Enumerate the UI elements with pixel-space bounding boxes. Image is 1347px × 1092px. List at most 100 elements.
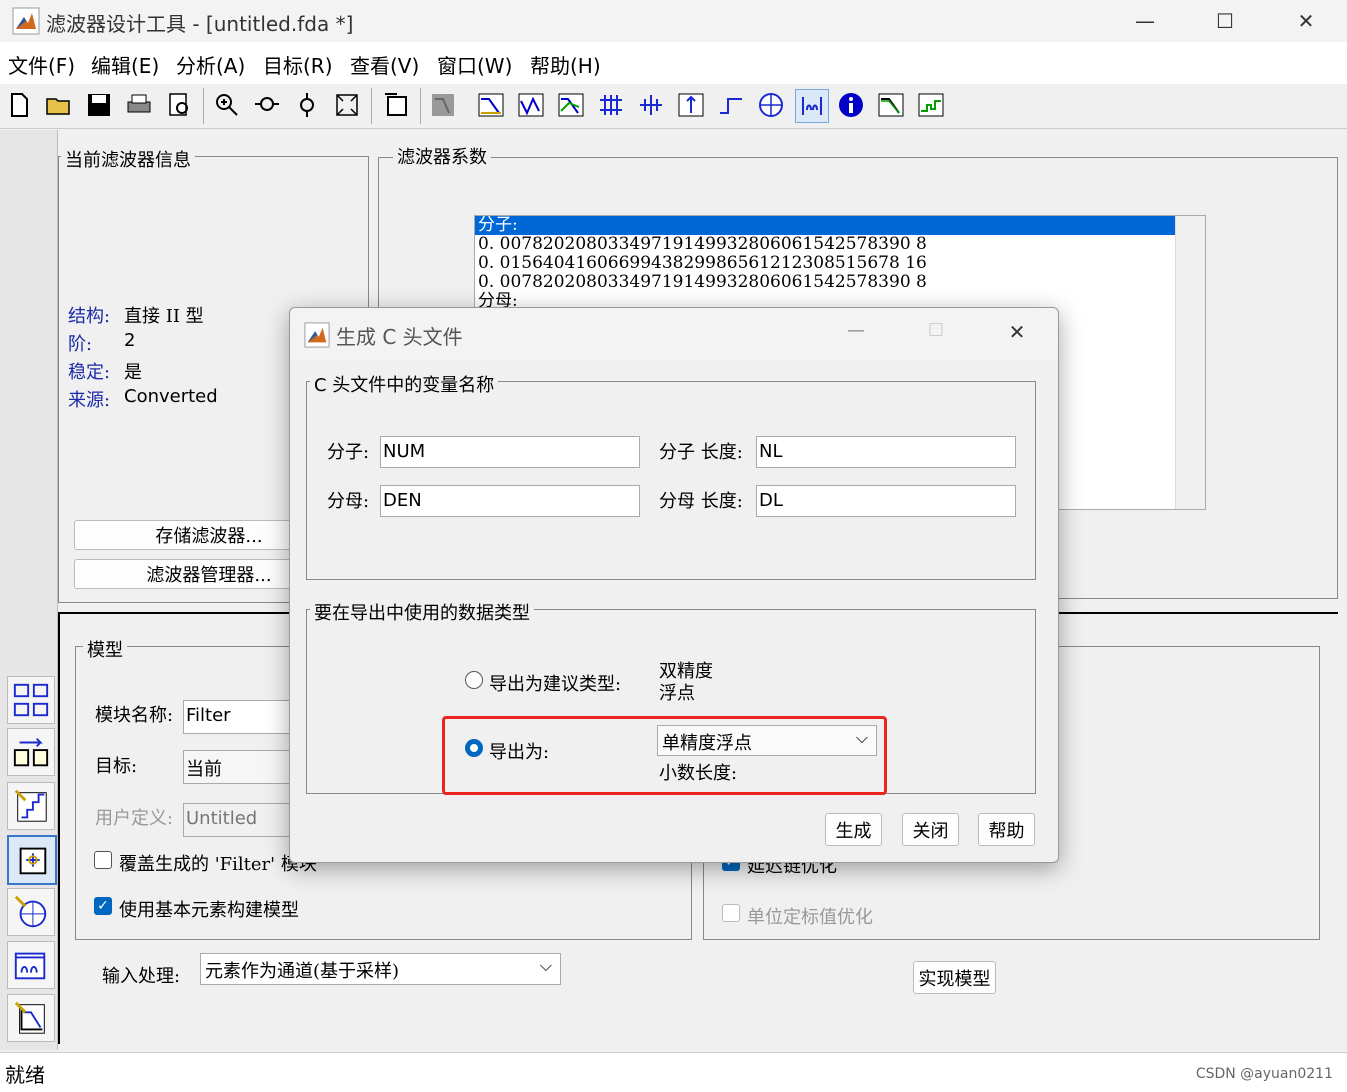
menu-window[interactable]: 窗口(W) (437, 50, 512, 79)
overwrite-block-checkbox[interactable] (94, 851, 112, 869)
numerator-length-label: 分子 长度: (659, 442, 743, 463)
unit-scale-checkbox (722, 904, 740, 922)
suggested-type-radio[interactable] (465, 671, 483, 689)
model-legend: 模型 (83, 636, 127, 662)
print-icon[interactable] (123, 89, 155, 121)
new-file-icon[interactable] (3, 89, 35, 121)
export-as-radio[interactable] (465, 739, 483, 757)
realize-model-button[interactable]: 实现模型 (913, 961, 996, 994)
status-bar: 就绪 CSDN @ayuan0211 (0, 1052, 1347, 1092)
fraction-length-label: 小数长度: (659, 763, 738, 784)
phase-delay-icon[interactable] (635, 89, 667, 121)
denominator-length-field[interactable]: DL (756, 485, 1016, 517)
stable-key: 稳定: (68, 362, 111, 383)
round-off-noise-icon[interactable] (915, 89, 947, 121)
zoom-x-icon[interactable] (251, 89, 283, 121)
export-as-select[interactable]: 单精度浮点 ⌵ (657, 725, 877, 756)
variable-names-legend: C 头文件中的变量名称 (310, 371, 499, 397)
toolbar-separator (203, 88, 204, 124)
coefficient-line: 0. 0078202080334971914993280606154257839… (478, 272, 927, 292)
magnitude-response-icon[interactable] (475, 89, 507, 121)
generate-c-header-dialog: 生成 C 头文件 — ☐ ✕ C 头文件中的变量名称 分子: NUM 分子 长度… (289, 307, 1059, 863)
numerator-length-field[interactable]: NL (756, 436, 1016, 468)
basic-elements-checkbox[interactable]: ✓ (94, 897, 112, 915)
import-filter-icon[interactable] (7, 941, 55, 989)
denominator-name-label: 分母: (327, 491, 370, 512)
suggested-type-label: 导出为建议类型: (489, 674, 622, 695)
impulse-response-icon[interactable] (675, 89, 707, 121)
step-response-icon[interactable] (715, 89, 747, 121)
block-name-field[interactable]: Filter (183, 700, 303, 734)
pole-zero-editor-icon[interactable] (7, 888, 55, 936)
numerator-name-field[interactable]: NUM (380, 436, 640, 468)
menu-analysis[interactable]: 分析(A) (176, 50, 245, 79)
input-processing-label: 输入处理: (102, 966, 181, 987)
target-select[interactable]: 当前 (183, 750, 303, 784)
watermark: CSDN @ayuan0211 (1195, 1066, 1333, 1082)
toolbar (0, 84, 1347, 129)
numerator-name-label: 分子: (327, 442, 370, 463)
coefficient-line: 0. 0078202080334971914993280606154257839… (478, 234, 927, 254)
magnitude-estimate-icon[interactable] (875, 89, 907, 121)
open-folder-icon[interactable] (43, 89, 75, 121)
menu-help[interactable]: 帮助(H) (530, 50, 601, 79)
maximize-button[interactable]: ☐ (1185, 0, 1265, 42)
menu-view[interactable]: 查看(V) (350, 50, 419, 79)
variable-names-group (306, 381, 1036, 580)
input-processing-value: 元素作为通道(基于采样) (205, 961, 400, 982)
realize-model-icon[interactable] (7, 835, 57, 885)
menu-edit[interactable]: 编辑(E) (91, 50, 159, 79)
print-preview-icon[interactable] (163, 89, 195, 121)
group-delay-icon[interactable] (595, 89, 627, 121)
basic-elements-label: 使用基本元素构建模型 (119, 900, 299, 921)
coefficients-icon[interactable] (795, 89, 829, 123)
multirate-icon[interactable] (7, 728, 55, 776)
pole-zero-icon[interactable] (755, 89, 787, 121)
dialog-close-icon[interactable]: ✕ (997, 320, 1037, 344)
user-defined-label: 用户定义: (95, 808, 174, 829)
save-icon[interactable] (83, 89, 115, 121)
unit-scale-label: 单位定标值优化 (747, 907, 873, 928)
title-bar: 滤波器设计工具 - [untitled.fda *] — ☐ ✕ (0, 0, 1347, 42)
data-type-legend: 要在导出中使用的数据类型 (310, 599, 534, 625)
denominator-name-field[interactable]: DEN (380, 485, 640, 517)
target-label: 目标: (95, 756, 138, 777)
transform-filter-icon[interactable] (7, 676, 55, 724)
chevron-down-icon: ⌵ (855, 728, 868, 747)
filter-image-icon[interactable] (427, 89, 459, 121)
close-dialog-button[interactable]: 关闭 (902, 813, 959, 846)
numerator-heading: 分子: (478, 215, 518, 235)
vertical-scrollbar[interactable] (1175, 216, 1205, 509)
suggested-type-value-line2: 浮点 (659, 683, 695, 704)
coefficient-line: 0. 0156404160669943829986561212308515678… (478, 253, 927, 273)
status-text: 就绪 (5, 1063, 45, 1087)
source-key: 来源: (68, 390, 111, 411)
structure-key: 结构: (68, 306, 111, 327)
chevron-down-icon: ⌵ (539, 956, 552, 975)
magnitude-phase-icon[interactable] (555, 89, 587, 121)
filter-info-legend: 当前滤波器信息 (61, 146, 195, 172)
new-window-icon[interactable] (380, 89, 412, 121)
minimize-button[interactable]: — (1105, 0, 1185, 42)
menu-target[interactable]: 目标(R) (263, 50, 333, 79)
dialog-minimize-button[interactable]: — (836, 320, 876, 341)
overwrite-block-label: 覆盖生成的 'Filter' 模块 (119, 854, 317, 875)
denominator-length-label: 分母 长度: (659, 491, 743, 512)
dialog-title: 生成 C 头文件 (336, 325, 463, 349)
dialog-title-bar: 生成 C 头文件 — ☐ ✕ (290, 308, 1058, 360)
close-button[interactable]: ✕ (1266, 0, 1346, 42)
zoom-y-icon[interactable] (291, 89, 323, 121)
design-filter-icon[interactable] (7, 994, 55, 1042)
generate-button[interactable]: 生成 (825, 813, 882, 846)
input-processing-select[interactable]: 元素作为通道(基于采样) ⌵ (200, 953, 561, 985)
phase-response-icon[interactable] (515, 89, 547, 121)
quantize-icon[interactable] (7, 782, 55, 830)
menu-file[interactable]: 文件(F) (8, 50, 75, 79)
toolbar-separator (371, 88, 372, 124)
full-view-icon[interactable] (331, 89, 363, 121)
structure-value: 直接 II 型 (124, 306, 204, 327)
info-icon[interactable] (835, 89, 867, 121)
help-button[interactable]: 帮助 (978, 813, 1035, 846)
zoom-in-icon[interactable] (211, 89, 243, 121)
matlab-logo-icon (12, 7, 40, 35)
